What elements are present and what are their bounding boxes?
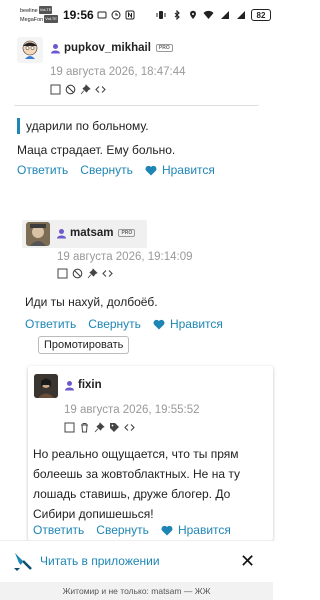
nfc-icon [124, 9, 135, 20]
heart-icon [153, 319, 165, 329]
close-icon[interactable]: ✕ [240, 551, 255, 572]
like-button[interactable]: Нравится [145, 163, 227, 177]
collapse-link[interactable]: Свернуть [88, 317, 141, 331]
like-label: Нравится [169, 317, 223, 331]
pro-badge: PRO [118, 229, 136, 237]
comment-actions: Ответить Свернуть Нравится [17, 163, 239, 177]
block-icon[interactable] [65, 84, 76, 95]
location-icon [187, 10, 198, 21]
carrier-1: beeline [20, 8, 38, 14]
like-label: Нравится [161, 163, 215, 177]
wifi-icon [203, 10, 214, 21]
reply-link[interactable]: Ответить [25, 317, 76, 331]
heart-icon [145, 165, 157, 175]
username-link[interactable]: matsam PRO [56, 227, 136, 239]
battery-indicator: 82 [251, 9, 271, 21]
tag-icon[interactable] [109, 422, 120, 433]
username: pupkov_mikhail [64, 42, 151, 54]
app-logo-icon[interactable] [12, 550, 34, 572]
page-footer: Житомир и не только: matsam — ЖЖ [0, 582, 273, 600]
comment-text-line: Но реально ощущается, что ты прям [33, 447, 239, 461]
username: matsam [70, 227, 114, 239]
user-icon [51, 43, 60, 53]
comment-text-line: лошадь ставишь, друже блогер. До [33, 487, 231, 501]
comment-date[interactable]: 19 августа 2026, 19:55:52 [64, 404, 200, 416]
pin-icon[interactable] [80, 84, 91, 95]
like-button[interactable]: Нравится [161, 523, 243, 537]
bluetooth-icon [171, 10, 182, 21]
pro-badge: PRO [155, 44, 173, 52]
like-label: Нравится [177, 523, 231, 537]
trash-icon[interactable] [79, 422, 90, 433]
checkbox-icon[interactable] [57, 268, 68, 279]
comment-actions: Ответить Свернуть Нравится [25, 317, 247, 331]
status-bar: beeline VoLTE MegaFon VoLTE 19:56 82 [0, 0, 273, 30]
avatar[interactable] [34, 374, 58, 398]
code-icon[interactable] [102, 268, 113, 279]
heart-icon [161, 525, 173, 535]
code-icon[interactable] [124, 422, 135, 433]
pin-icon[interactable] [94, 422, 105, 433]
collapse-link[interactable]: Свернуть [96, 523, 149, 537]
vibrate-icon [155, 10, 166, 21]
carrier-1-tag: VoLTE [38, 6, 53, 14]
open-in-app-link[interactable]: Читать в приложении [40, 554, 160, 568]
carrier-info: beeline VoLTE MegaFon VoLTE [20, 6, 58, 24]
checkbox-icon[interactable] [50, 84, 61, 95]
signal-2-icon [235, 10, 246, 21]
username: fixin [78, 379, 102, 391]
code-icon[interactable] [95, 84, 106, 95]
app-banner: Читать в приложении ✕ [0, 540, 273, 582]
quote-bar [17, 118, 20, 134]
block-icon[interactable] [72, 268, 83, 279]
comment-text-line: болеешь за жовтоблактных. Не на ту [33, 467, 240, 481]
user-icon [65, 380, 74, 390]
like-button[interactable]: Нравится [153, 317, 235, 331]
user-icon [57, 228, 66, 238]
promote-button[interactable]: Промотировать [38, 336, 130, 354]
notification-icon [96, 9, 107, 20]
carrier-2: MegaFon [20, 17, 44, 23]
reply-link[interactable]: Ответить [33, 523, 84, 537]
quote-text: ударили по больному. [26, 119, 149, 133]
comment-text: Иди ты нахуй, долбоёб. [25, 295, 158, 309]
comment-date[interactable]: 19 августа 2026, 19:14:09 [57, 251, 193, 263]
comment-date[interactable]: 19 августа 2026, 18:47:44 [50, 66, 186, 78]
username-link[interactable]: pupkov_mikhail PRO [50, 42, 173, 54]
comment-tools [50, 84, 106, 95]
avatar[interactable] [26, 222, 50, 246]
reply-link[interactable]: Ответить [17, 163, 68, 177]
checkbox-icon[interactable] [64, 422, 75, 433]
comment-text-line: Сибири допишешься! [33, 507, 154, 521]
comment-tools [57, 268, 113, 279]
comment-actions: Ответить Свернуть Нравится [33, 523, 255, 537]
avatar[interactable] [17, 37, 43, 63]
clock-icon [110, 9, 121, 20]
username-link[interactable]: fixin [64, 379, 102, 391]
comment-text: Но реально ощущается, что ты прям болееш… [33, 444, 268, 524]
signal-1-icon [219, 10, 230, 21]
carrier-2-tag: VoLTE [44, 15, 58, 23]
clock: 19:56 [63, 8, 94, 22]
pin-icon[interactable] [87, 268, 98, 279]
collapse-link[interactable]: Свернуть [80, 163, 133, 177]
comment-text: Маца страдает. Ему больно. [17, 143, 176, 157]
comment-tools [64, 422, 135, 433]
